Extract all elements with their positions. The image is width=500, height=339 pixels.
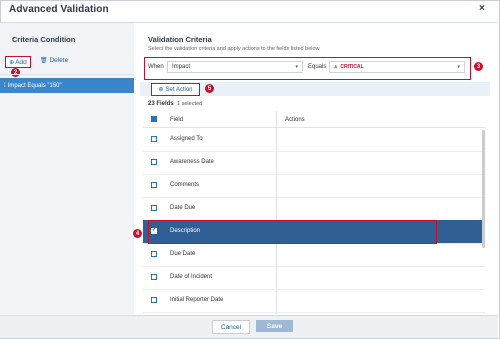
save-button[interactable]: Save bbox=[256, 320, 293, 332]
drag-handle-icon: ⁞ bbox=[4, 82, 6, 89]
plus-circle-icon: ⊕ bbox=[9, 59, 15, 66]
delete-button[interactable]: 🗑 Delete bbox=[40, 57, 68, 64]
field-select[interactable]: Impact ▾ bbox=[167, 61, 303, 73]
add-label: Add bbox=[15, 58, 27, 66]
field-select-value: Impact bbox=[172, 64, 191, 70]
fields-count: 23 Fields 1 selected bbox=[148, 101, 202, 107]
row-checkbox[interactable] bbox=[151, 182, 157, 188]
criteria-rule-item[interactable]: ⁞ Impact Equals "150" bbox=[0, 78, 134, 93]
row-checkbox[interactable] bbox=[151, 205, 157, 211]
callout-badge-5: 5 bbox=[205, 84, 214, 93]
fields-selected: 1 selected bbox=[177, 101, 203, 107]
when-label: When bbox=[148, 64, 164, 70]
validation-criteria-subtitle: Select the validation criteria and apply… bbox=[148, 46, 320, 52]
row-checkbox[interactable] bbox=[151, 136, 157, 142]
row-checkbox[interactable] bbox=[151, 297, 157, 303]
row-field-label: Comments bbox=[170, 182, 200, 188]
dialog-title: Advanced Validation bbox=[9, 4, 109, 15]
row-field-label: Date of Incident bbox=[170, 274, 213, 280]
validation-criteria-heading: Validation Criteria bbox=[148, 35, 212, 44]
cancel-button[interactable]: Cancel bbox=[212, 320, 250, 334]
callout-badge-3: 3 bbox=[474, 62, 483, 71]
selected-row-highlight bbox=[148, 220, 437, 244]
callout-badge-4: 4 bbox=[133, 229, 142, 238]
table-scrollbar[interactable] bbox=[482, 130, 485, 248]
table-header bbox=[143, 111, 485, 128]
left-divider bbox=[0, 74, 134, 75]
close-icon[interactable]: × bbox=[479, 3, 485, 14]
equals-label: Equals bbox=[308, 64, 327, 70]
row-field-label: Due Date bbox=[170, 251, 196, 257]
row-checkbox[interactable] bbox=[151, 251, 157, 257]
plus-circle-icon: ⊕ bbox=[158, 87, 164, 93]
chevron-down-icon: ▾ bbox=[457, 64, 460, 70]
column-header-field[interactable]: Field bbox=[170, 117, 183, 123]
add-button[interactable]: ⊕ Add bbox=[5, 56, 31, 68]
value-select-value: CRITICAL bbox=[340, 64, 364, 70]
row-checkbox[interactable] bbox=[151, 159, 157, 165]
chevron-down-icon: ▾ bbox=[295, 64, 298, 70]
priority-icon: ⩓ bbox=[334, 63, 338, 70]
row-field-label: Date Due bbox=[170, 205, 196, 211]
criteria-condition-heading: Criteria Condition bbox=[12, 35, 76, 44]
select-all-checkbox[interactable] bbox=[151, 116, 157, 122]
row-field-label: Assigned To bbox=[170, 136, 203, 142]
criteria-rule-label: Impact Equals "150" bbox=[7, 82, 62, 89]
column-header-actions[interactable]: Actions bbox=[285, 117, 305, 123]
delete-label: Delete bbox=[49, 57, 69, 64]
row-field-label: Awareness Date bbox=[170, 159, 214, 165]
set-action-button[interactable]: ⊕ Set Action bbox=[151, 83, 200, 96]
callout-badge-2: 2 bbox=[11, 68, 20, 77]
row-checkbox[interactable] bbox=[151, 274, 157, 280]
fields-total: 23 Fields bbox=[148, 101, 174, 107]
row-field-label: Initial Reporter Date bbox=[170, 297, 224, 303]
set-action-label: Set Action bbox=[165, 86, 193, 93]
value-select[interactable]: ⩓ CRITICAL ▾ bbox=[329, 61, 465, 73]
trash-icon: 🗑 bbox=[40, 58, 48, 64]
